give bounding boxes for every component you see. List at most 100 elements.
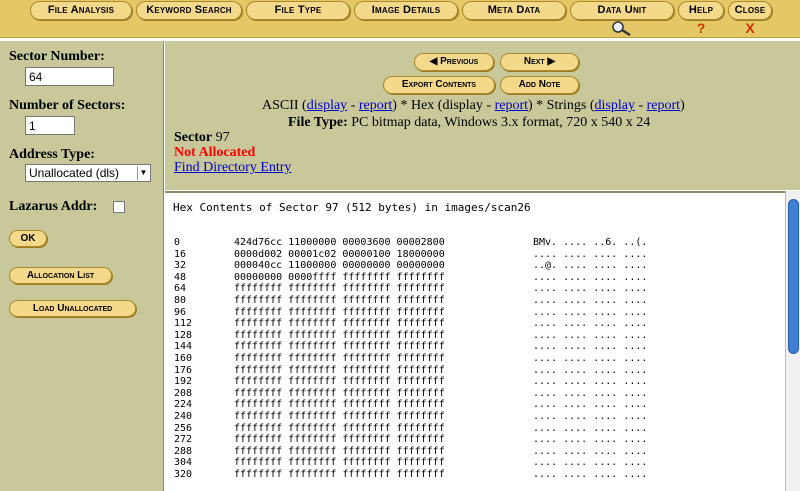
allocation-list-button[interactable]: Allocation List [9,267,112,284]
strings-display-link[interactable]: display [595,98,635,113]
top-nav-bar: File Analysis Keyword Search File Type I… [0,0,800,41]
hex-contents-frame: Hex Contents of Sector 97 (512 bytes) in… [165,191,785,491]
ascii-report-link[interactable]: report [359,98,392,113]
hex-row: 192 ffffffff ffffffff ffffffff ffffffff..… [165,376,785,388]
hex-row-bytes: ffffffff ffffffff ffffffff ffffffff [234,306,445,318]
tab-help[interactable]: Help [678,1,724,20]
close-icon[interactable]: X [728,19,772,37]
hex-row-ascii: BMv. .... ..6. ..(. [533,237,648,248]
hex-row-ascii: .... .... .... .... [533,318,648,330]
hex-row-offset: 16 [174,248,187,260]
hex-row-ascii: .... .... .... .... [533,469,648,480]
tab-close[interactable]: Close [728,1,772,20]
sector-number-label: Sector Number: [9,49,105,64]
hex-row-offset: 272 [174,434,193,446]
hex-row-offset: 64 [174,283,187,295]
hex-row-offset: 176 [174,364,193,376]
file-type-label: File Type: [288,115,348,130]
hex-report-link[interactable]: report [495,98,528,113]
hex-row-offset: 304 [174,457,193,469]
address-type-select[interactable]: Unallocated (dls) ▼ [25,164,151,182]
chevron-down-icon[interactable]: ▼ [137,166,149,180]
hex-row-bytes: ffffffff ffffffff ffffffff ffffffff [234,353,445,364]
sector-number-input[interactable]: 64 [25,67,114,86]
hex-row-offset: 80 [174,295,187,306]
view-mode-line: ASCII (display - report) * Hex (display … [262,98,685,114]
previous-button[interactable]: ◀ Previous [414,53,494,71]
hex-row-ascii: .... .... .... .... [533,353,648,364]
strings-report-link[interactable]: report [647,98,680,113]
paren-close: ) [680,98,685,113]
hex-row-bytes: ffffffff ffffffff ffffffff ffffffff [234,434,445,446]
hex-row-bytes: ffffffff ffffffff ffffffff ffffffff [234,283,445,295]
magnifier-icon[interactable] [570,19,674,37]
hex-row: 128 ffffffff ffffffff ffffffff ffffffff..… [165,330,785,342]
next-label: Next [523,56,545,67]
hex-row-offset: 112 [174,318,193,330]
hex-row-bytes: ffffffff ffffffff ffffffff ffffffff [234,422,445,434]
address-type-label: Address Type: [9,147,95,162]
hex-row-bytes: ffffffff ffffffff ffffffff ffffffff [234,469,445,480]
hex-row-ascii: .... .... .... .... [533,399,648,411]
sector-value: 97 [212,130,230,145]
hex-row: 272 ffffffff ffffffff ffffffff ffffffff..… [165,434,785,446]
arrow-right-icon: ▶ [544,56,556,67]
tab-image-details[interactable]: Image Details [354,1,458,20]
ascii-display-link[interactable]: display [307,98,347,113]
hex-row: 176 ffffffff ffffffff ffffffff ffffffff..… [165,365,785,377]
lazarus-addr-checkbox[interactable] [113,201,125,213]
hex-row: 144 ffffffff ffffffff ffffffff ffffffff..… [165,341,785,353]
strings-label: ) * Strings ( [528,98,595,113]
hex-row-offset: 160 [174,353,193,364]
vertical-scrollbar[interactable] [785,191,800,491]
scrollbar-thumb[interactable] [788,199,799,354]
hex-row-offset: 32 [174,260,187,272]
tab-file-analysis[interactable]: File Analysis [30,1,132,20]
hex-row-offset: 320 [174,469,193,480]
hex-row: 304 ffffffff ffffffff ffffffff ffffffff..… [165,457,785,469]
hex-row-bytes: 00000000 0000ffff ffffffff ffffffff [234,271,445,283]
tab-keyword-search[interactable]: Keyword Search [136,1,242,20]
tab-data-unit[interactable]: Data Unit [570,1,674,20]
number-of-sectors-input[interactable]: 1 [25,116,75,135]
load-unallocated-button[interactable]: Load Unallocated [9,300,136,317]
hex-row-offset: 48 [174,271,187,283]
hex-row-ascii: .... .... .... .... [533,364,648,376]
address-type-value: Unallocated (dls) [29,166,120,180]
help-icon[interactable]: ? [678,19,724,37]
hex-row: 208 ffffffff ffffffff ffffffff ffffffff..… [165,388,785,400]
hex-row-bytes: ffffffff ffffffff ffffffff ffffffff [234,411,445,422]
hex-row-bytes: ffffffff ffffffff ffffffff ffffffff [234,329,445,341]
hex-row-ascii: .... .... .... .... [533,422,648,434]
hex-row-bytes: ffffffff ffffffff ffffffff ffffffff [234,376,445,388]
hex-row-ascii: .... .... .... .... [533,445,648,457]
hex-row-bytes: ffffffff ffffffff ffffffff ffffffff [234,318,445,330]
hex-row-bytes: ffffffff ffffffff ffffffff ffffffff [234,341,445,353]
arrow-left-icon: ◀ [429,56,441,67]
hex-row-bytes: 424d76cc 11000000 00003600 00002800 [234,237,445,248]
file-type-line: File Type: PC bitmap data, Windows 3.x f… [288,115,650,131]
hex-row-offset: 240 [174,411,193,422]
hex-row: 48 00000000 0000ffff ffffffff ffffffff...… [165,272,785,284]
lazarus-addr-label: Lazarus Addr: [9,199,98,214]
export-contents-button[interactable]: Export Contents [383,76,495,94]
tab-file-type[interactable]: File Type [246,1,350,20]
separator: - [634,98,647,113]
next-button[interactable]: Next ▶ [500,53,579,71]
hex-row: 0 424d76cc 11000000 00003600 00002800 BMv.… [165,237,785,249]
ok-button[interactable]: OK [9,230,47,247]
hex-row-offset: 208 [174,387,193,399]
add-note-button[interactable]: Add Note [500,76,579,94]
hex-row-ascii: .... .... .... .... [533,341,648,353]
ascii-label: ASCII ( [262,98,307,113]
tab-meta-data[interactable]: Meta Data [462,1,566,20]
hex-row: 64 ffffffff ffffffff ffffffff ffffffff...… [165,283,785,295]
sector-line: Sector 97 [174,130,230,146]
left-panel: Sector Number: 64 Number of Sectors: 1 A… [0,41,164,491]
hex-row: 96 ffffffff ffffffff ffffffff ffffffff...… [165,307,785,319]
file-type-value: PC bitmap data, Windows 3.x format, 720 … [347,115,651,130]
find-directory-entry-line: Find Directory Entry [174,160,291,176]
hex-label: ) * Hex (display - [392,98,495,113]
hex-row: 112 ffffffff ffffffff ffffffff ffffffff..… [165,318,785,330]
find-directory-entry-link[interactable]: Find Directory Entry [174,160,291,175]
